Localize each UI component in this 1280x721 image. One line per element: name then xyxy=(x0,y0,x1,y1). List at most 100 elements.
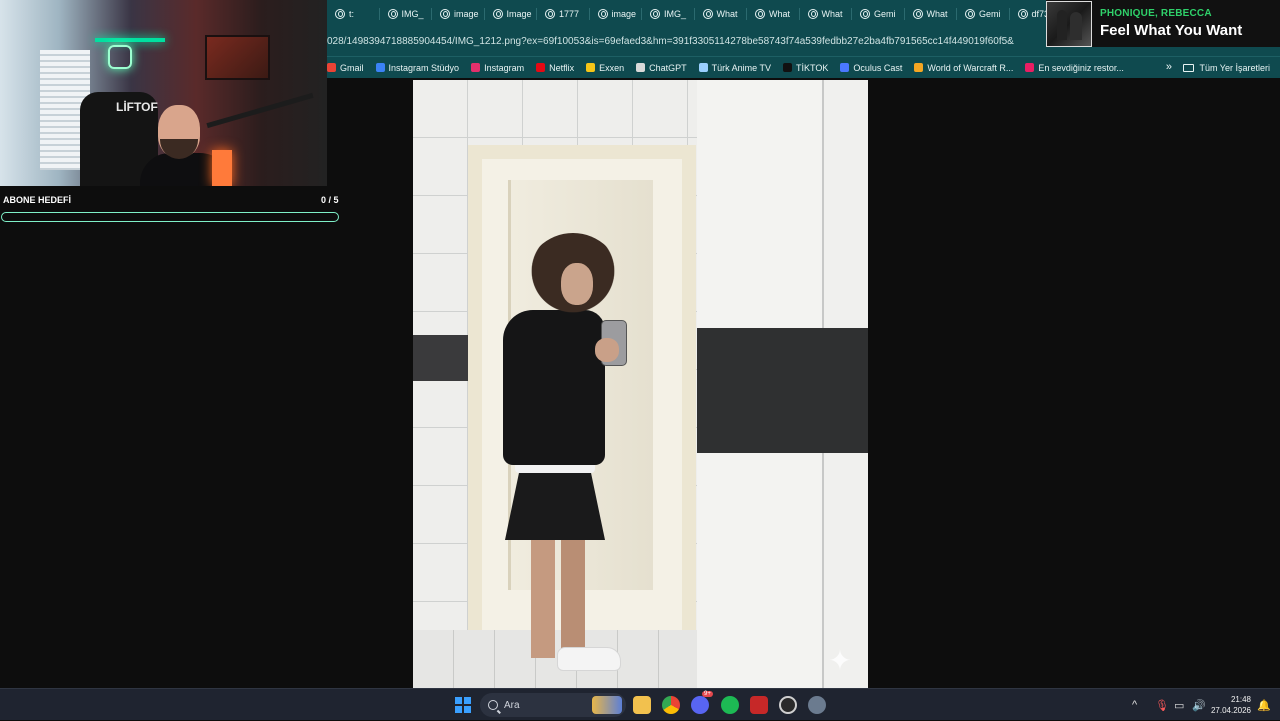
bookmark-item[interactable]: Instagram xyxy=(471,63,524,73)
browser-tab-label: What xyxy=(926,9,948,19)
bookmark-favicon-icon xyxy=(698,63,708,72)
clock-time: 21:48 xyxy=(1230,695,1251,704)
folder-icon xyxy=(1183,64,1195,72)
bookmark-label: Netflix xyxy=(549,62,575,73)
browser-tab-label: IMG_ xyxy=(664,9,687,19)
image-viewer-photo[interactable]: ✦ xyxy=(413,80,868,688)
desk-lamp xyxy=(212,150,232,186)
person-hand xyxy=(595,338,619,362)
browser-tab[interactable]: What xyxy=(800,0,853,28)
browser-tab[interactable]: IMG_ xyxy=(380,0,433,28)
show-hidden-icons-button[interactable]: ^ xyxy=(1132,689,1137,721)
now-playing-title: Feel What You Want xyxy=(1100,22,1243,39)
search-icon xyxy=(488,700,498,710)
globe-icon xyxy=(912,9,923,19)
bookmark-label: Instagram xyxy=(484,62,525,73)
start-button[interactable] xyxy=(455,697,471,713)
notifications-icon[interactable]: 🔔 xyxy=(1257,689,1271,721)
bookmark-item[interactable]: TİKTOK xyxy=(783,63,828,73)
bookmark-item[interactable]: Exxen xyxy=(586,63,624,73)
browser-tab[interactable]: What xyxy=(747,0,800,28)
bookmark-favicon-icon xyxy=(471,63,481,72)
browser-tab-label: Image xyxy=(506,9,532,19)
taskbar: Ara 9+ ^ 🎙 ▭ 🔊 21:48 27.04.2026 🔔 xyxy=(0,688,1280,720)
browser-tab-label: image xyxy=(611,9,637,19)
browser-tab[interactable]: t: xyxy=(327,0,380,28)
streamer xyxy=(140,105,230,186)
browser-tab-label: What xyxy=(821,9,843,19)
browser-tab-label: What xyxy=(769,9,791,19)
browser-tab-label: IMG_ xyxy=(401,9,424,19)
browser-tab[interactable]: Image xyxy=(485,0,538,28)
tiled-wall-right xyxy=(697,80,868,688)
taskbar-search[interactable]: Ara xyxy=(480,693,626,717)
bookmark-item[interactable]: Netflix xyxy=(536,63,574,73)
browser-tab-label: image xyxy=(454,9,479,19)
bookmark-item[interactable]: Türk Anime TV xyxy=(698,63,771,73)
globe-icon xyxy=(807,9,818,19)
bookmark-item[interactable]: Gmail xyxy=(327,63,364,73)
bookmark-favicon-icon xyxy=(375,63,385,72)
bookmark-item[interactable]: En sevdiğiniz restor... xyxy=(1025,63,1124,73)
bookmark-item[interactable]: ChatGPT xyxy=(636,63,687,73)
browser-tab[interactable]: Gemi xyxy=(957,0,1010,28)
subscriber-goal-widget: ABONE HEDEFİ 0 / 5 xyxy=(0,186,342,226)
clock[interactable]: 21:48 27.04.2026 xyxy=(1211,694,1251,716)
bookmarks-overflow-button[interactable]: » xyxy=(1166,61,1172,73)
now-playing-widget: PHONIQUE, REBECCA Feel What You Want xyxy=(1046,0,1280,47)
bookmark-item[interactable]: Oculus Cast xyxy=(840,63,902,73)
all-bookmarks-button[interactable]: Tüm Yer İşaretleri xyxy=(1183,57,1270,79)
discord-icon[interactable]: 9+ xyxy=(691,691,713,714)
globe-icon xyxy=(702,9,713,19)
bookmark-label: Instagram Stüdyo xyxy=(388,62,460,73)
bookmark-favicon-icon xyxy=(840,63,850,72)
person-sneaker xyxy=(557,647,621,671)
browser-tab[interactable]: IMG_ xyxy=(642,0,695,28)
globe-icon xyxy=(1017,9,1028,19)
goal-count: 0 / 5 xyxy=(321,195,339,205)
globe-icon xyxy=(335,9,345,19)
person-face xyxy=(561,263,593,305)
neon-sign xyxy=(108,45,132,69)
bookmarks-bar: Gmail Instagram Stüdyo Instagram Netflix Exx… xyxy=(327,56,1280,78)
settings-icon[interactable] xyxy=(808,696,826,714)
globe-icon xyxy=(492,9,503,19)
bookmark-item[interactable]: Instagram Stüdyo xyxy=(375,62,460,73)
globe-icon xyxy=(965,9,975,19)
browser-tab[interactable]: 1777 xyxy=(537,0,590,28)
browser-tab-label: Gemi xyxy=(874,9,896,19)
browser-tab[interactable]: What xyxy=(905,0,958,28)
microphone-icon[interactable]: 🎙 xyxy=(1155,689,1169,721)
globe-icon xyxy=(755,9,765,19)
wall-screen xyxy=(205,35,270,80)
sparkle-icon[interactable]: ✦ xyxy=(825,646,855,676)
browser-tab[interactable]: image xyxy=(590,0,643,28)
globe-icon xyxy=(597,9,608,19)
browser-tab-label: What xyxy=(716,9,738,19)
bookmark-favicon-icon xyxy=(914,63,924,72)
file-explorer-icon[interactable] xyxy=(633,696,651,714)
clock-date: 27.04.2026 xyxy=(1210,706,1251,715)
chrome-icon[interactable] xyxy=(662,696,680,714)
browser-tab-label: 1777 xyxy=(559,9,580,19)
bookmark-favicon-icon xyxy=(327,63,336,72)
bookmark-favicon-icon xyxy=(783,63,792,72)
browser-tab[interactable]: Gemi xyxy=(852,0,905,28)
url-text[interactable]: 028/1498394718885904454/IMG_1212.png?ex=… xyxy=(327,36,1014,47)
bookmark-label: World of Warcraft R... xyxy=(927,62,1014,73)
bookmark-item[interactable]: World of Warcraft R... xyxy=(914,63,1013,73)
browser-tab-label: Gemi xyxy=(979,9,1001,19)
search-highlight-icon xyxy=(592,696,622,714)
volume-icon[interactable]: 🔊 xyxy=(1192,689,1206,721)
now-playing-artist: PHONIQUE, REBECCA xyxy=(1100,8,1212,19)
bookmark-label: Oculus Cast xyxy=(853,62,903,73)
obs-icon[interactable] xyxy=(779,696,797,714)
browser-tab[interactable]: What xyxy=(695,0,748,28)
person-skirt xyxy=(505,468,605,540)
browser-tab[interactable]: image xyxy=(432,0,485,28)
bookmark-favicon-icon xyxy=(636,63,646,72)
network-icon[interactable]: ▭ xyxy=(1174,689,1184,721)
spotify-icon[interactable] xyxy=(721,696,739,714)
globe-icon xyxy=(860,9,870,19)
video-editor-icon[interactable] xyxy=(750,696,768,714)
